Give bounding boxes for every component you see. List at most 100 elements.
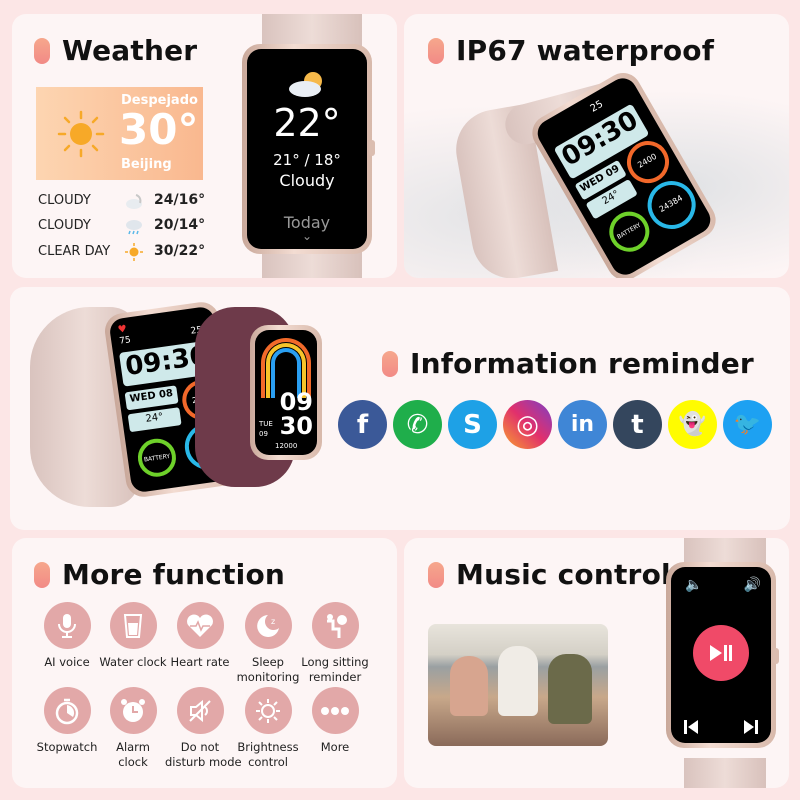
heading-pill-icon [382,350,398,377]
function-label: Long sitting reminder [301,655,369,684]
weather-card: Weather Despejado 30° Beijing CLOUDY 24/… [12,14,397,278]
moon-sleep-icon: z [244,602,292,649]
watch-crown [773,648,779,664]
next-track-icon[interactable] [743,719,759,735]
music-watch: 🔈 🔊 [666,562,776,748]
function-item: Brightness control [233,687,303,770]
watch-screen: 🔈 🔊 [671,567,771,743]
rain-cloud-icon [126,220,142,235]
information-heading: Information reminder [382,347,754,380]
forecast-row: CLOUDY 24/16° [38,190,208,212]
svg-text:z: z [271,617,275,626]
hero-temperature: 30° [119,105,199,154]
app-glyph: 👻 [678,412,707,437]
forecast-label: CLEAR DAY [38,244,111,259]
hero-city: Beijing [121,157,172,172]
volume-up-icon[interactable]: 🔊 [744,577,761,593]
function-item: Do not disturb mode [165,687,242,770]
microphone-icon [43,602,91,649]
snapchat-icon: 👻 [668,400,717,449]
heart-icon: ♥ [117,323,128,336]
play-pause-icon [710,645,732,661]
facebook-icon: f [338,400,387,449]
watch-day: TUE [259,420,273,428]
more-function-title: More function [62,558,286,591]
weather-title: Weather [62,34,198,67]
watch-steps: 12000 [275,442,298,450]
function-item: Heart rate [165,602,235,670]
watch-temp: 24° [127,407,182,433]
alarm-clock-icon [109,687,157,734]
function-label: Sleep monitoring [236,655,300,684]
function-item: Water clock [98,602,168,670]
sun-icon [57,110,105,158]
volume-down-icon[interactable]: 🔈 [685,577,702,593]
twitter-icon: 🐦 [723,400,772,449]
app-glyph: 🐦 [733,412,762,437]
watch-date: 09 [259,430,268,438]
watch-minute: 30 [279,412,313,440]
forecast-label: CLOUDY [38,218,91,233]
sitting-person-icon [311,602,359,649]
function-label: Stopwatch [36,740,98,754]
music-title: Music control [456,558,671,591]
waterproof-card: IP67 waterproof 25 09:30 WED 09 24° 2400… [404,14,789,278]
forecast-range: 30/22° [154,243,206,259]
music-heading: Music control [428,558,671,591]
beach-friends-photo [428,624,608,746]
heart-value: 75 [118,335,132,347]
function-label: Alarm clock [116,740,150,769]
watch-date: WED 08 [124,385,179,411]
function-item: AI voice [32,602,102,670]
app-glyph: f [356,409,369,440]
information-title: Information reminder [410,347,754,380]
chevron-down-icon: ⌄ [301,229,313,243]
water-cup-icon [109,602,157,649]
weather-hero-panel: Despejado 30° Beijing [36,87,203,180]
function-item: Long sitting reminder [300,602,370,685]
instagram-icon: ◎ [503,400,552,449]
heading-pill-icon [428,37,444,64]
battery-ring: BATTERY [135,436,179,480]
app-glyph: ✆ [406,409,429,440]
forecast-row: CLEAR DAY 30/22° [38,241,208,263]
app-glyph: S [463,409,482,440]
function-label: More [320,740,350,754]
forecast-row: CLOUDY 20/14° [38,215,208,237]
heading-pill-icon [428,561,444,588]
weather-heading: Weather [34,34,197,67]
function-label: Water clock [99,655,167,669]
heading-pill-icon [34,561,50,588]
watch-screen: 09 30 TUE 09 12000 [255,330,317,455]
social-apps: f ✆ S ◎ in t 👻 🐦 [338,400,772,449]
function-label: Do not disturb mode [165,740,242,769]
app-glyph: ◎ [516,409,539,440]
skype-icon: S [448,400,497,449]
watch-top-value: 25 [588,98,606,115]
partly-cloudy-icon [289,72,322,97]
more-function-card: More function AI voice Water clock Heart… [12,538,397,788]
previous-track-icon[interactable] [683,719,699,735]
play-pause-button[interactable] [693,625,749,681]
watch-range: 21° / 18° [273,151,341,169]
purple-watch: 09 30 TUE 09 12000 [250,325,322,460]
stopwatch-icon [43,687,91,734]
function-item: z Sleep monitoring [233,602,303,685]
function-item: Alarm clock [98,687,168,770]
waterproof-heading: IP67 waterproof [428,34,714,67]
linkedin-icon: in [558,400,607,449]
function-item: More [300,687,370,755]
brightness-icon [244,687,292,734]
function-label: Heart rate [170,655,230,669]
cloudy-icon [126,194,142,209]
sun-icon [125,243,143,261]
person-figure [498,646,538,716]
watch-condition: Cloudy [279,171,335,190]
function-label: AI voice [44,655,90,669]
watch-screen: 22° 21° / 18° Cloudy Today ⌄ [247,49,367,249]
person-figure [450,656,488,716]
watch-temp: 22° [273,101,341,145]
tumblr-icon: t [613,400,662,449]
more-dots-icon [311,687,359,734]
forecast-label: CLOUDY [38,193,91,208]
